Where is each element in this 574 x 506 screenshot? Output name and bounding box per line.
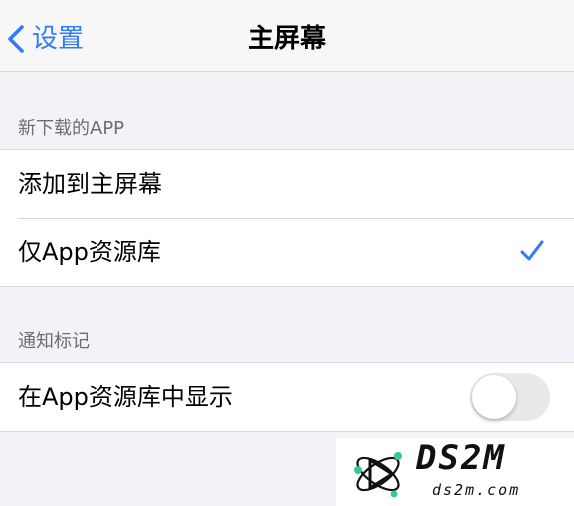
new-apps-options-group: 添加到主屏幕 仅App资源库 <box>0 149 574 287</box>
toggle-knob <box>472 375 516 419</box>
watermark: DS2M ds2m.com <box>336 438 574 506</box>
watermark-title: DS2M <box>416 438 506 478</box>
option-add-to-home-screen[interactable]: 添加到主屏幕 <box>0 150 574 218</box>
navigation-bar: 设置 主屏幕 <box>0 0 574 72</box>
show-in-app-library-toggle[interactable] <box>470 373 550 421</box>
option-label: 仅App资源库 <box>18 238 161 266</box>
ds2m-logo-icon <box>354 452 402 498</box>
section-header-new-apps: 新下载的APP <box>18 118 125 139</box>
option-label: 添加到主屏幕 <box>18 170 162 198</box>
badges-group: 在App资源库中显示 <box>0 362 574 432</box>
watermark-subtitle: ds2m.com <box>432 481 521 499</box>
page-title: 主屏幕 <box>247 24 326 54</box>
section-header-badges: 通知标记 <box>18 331 90 352</box>
option-app-library-only[interactable]: 仅App资源库 <box>0 218 574 286</box>
show-in-app-library-label: 在App资源库中显示 <box>18 383 233 411</box>
show-in-app-library-row: 在App资源库中显示 <box>0 363 574 431</box>
checkmark-icon <box>520 240 544 261</box>
